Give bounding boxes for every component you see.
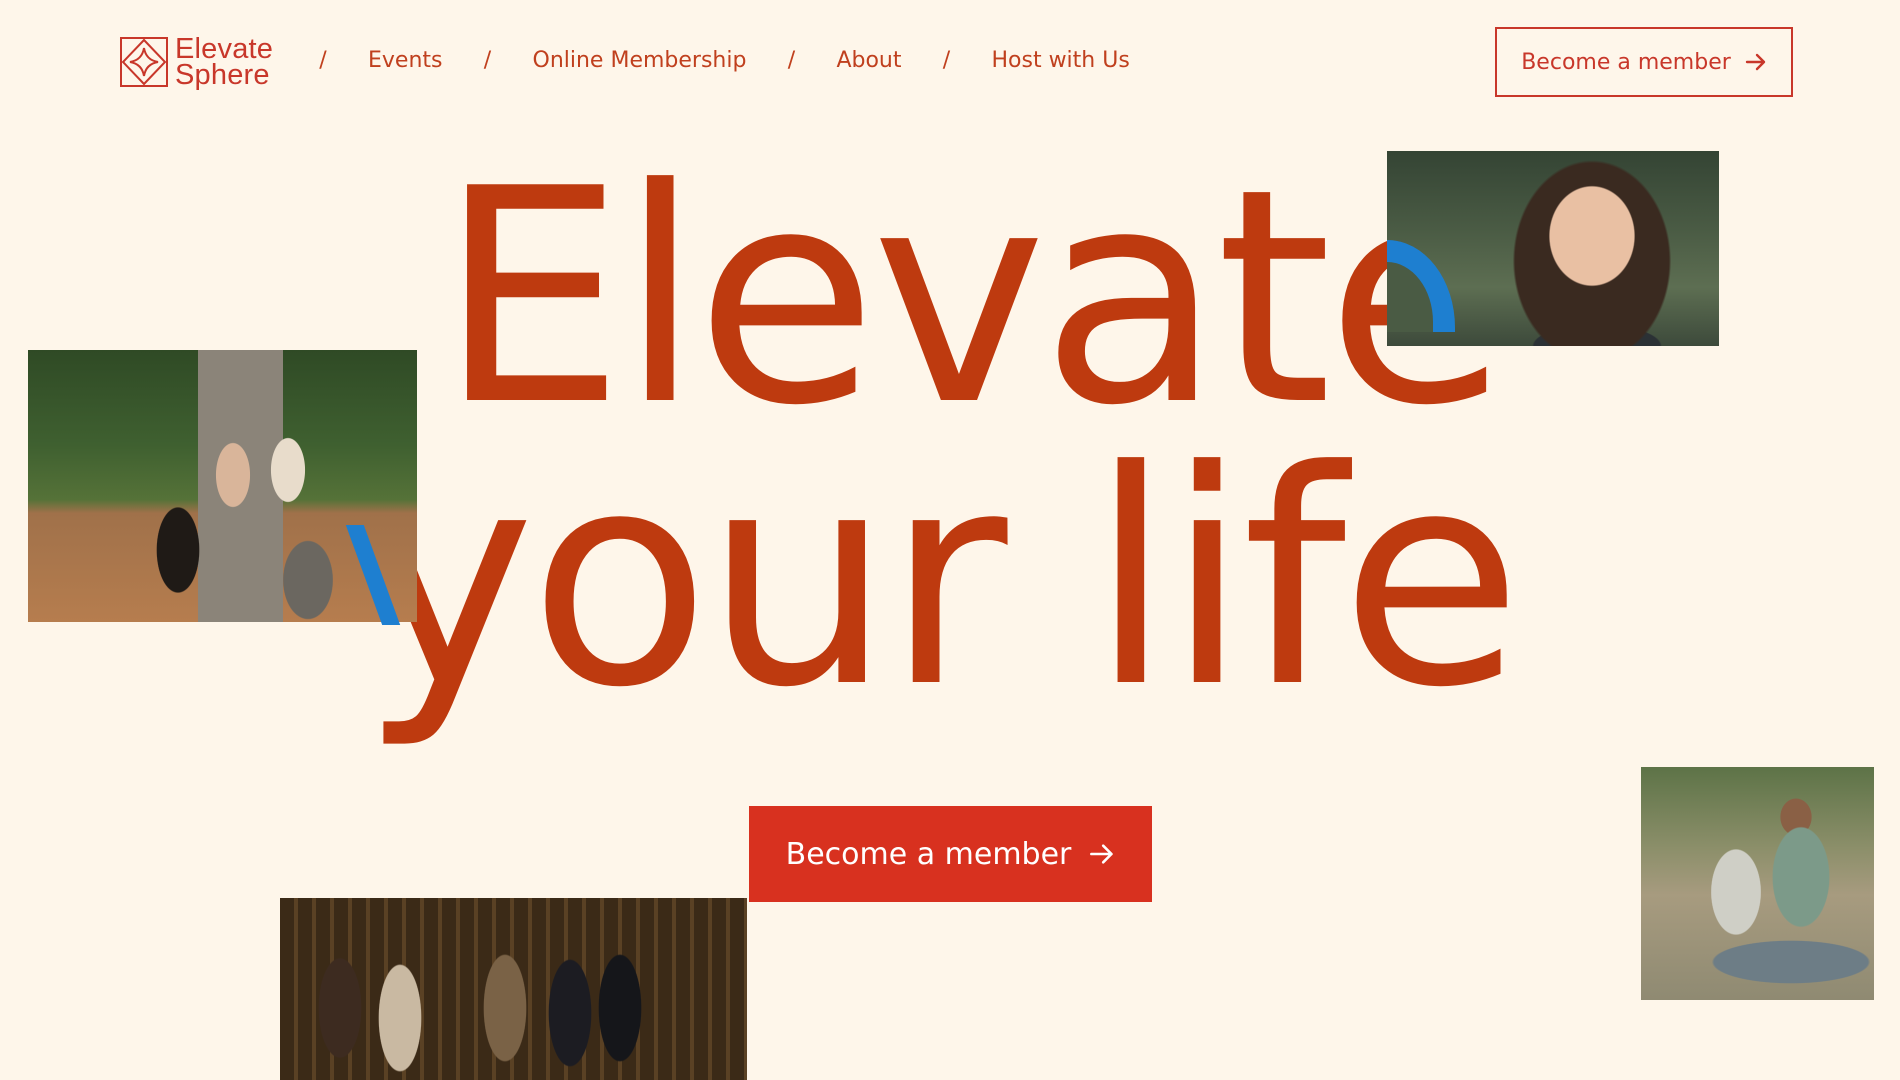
main-nav: / Events / Online Membership / About / H…: [318, 48, 1130, 73]
women-circle-photo: [28, 350, 417, 622]
nav-separator: /: [483, 48, 492, 73]
brand-name-line2: Sphere: [175, 59, 270, 91]
nav-item-events[interactable]: Events: [368, 48, 443, 73]
nav-item-online-membership[interactable]: Online Membership: [533, 48, 747, 73]
group-socializing-photo: [280, 898, 747, 1080]
brand-logo[interactable]: Elevate Sphere: [119, 35, 273, 91]
diamond-star-icon: [120, 37, 168, 87]
men-meditating-photo: [1641, 767, 1874, 1000]
hero-become-member-button[interactable]: Become a member: [749, 806, 1152, 902]
nav-item-about[interactable]: About: [836, 48, 901, 73]
hero-cta-label: Become a member: [785, 836, 1072, 872]
arrow-right-icon: [1745, 53, 1765, 71]
header-cta-label: Become a member: [1521, 49, 1731, 75]
nav-separator: /: [319, 48, 327, 73]
arrow-right-icon: [1090, 844, 1114, 864]
hero-title-line1: Elevate: [438, 125, 1508, 470]
header-become-member-button[interactable]: Become a member: [1495, 27, 1793, 97]
nav-separator: /: [787, 48, 796, 73]
hero-title-line2: your life: [360, 407, 1522, 752]
nav-separator: /: [942, 48, 951, 73]
brand-name: Elevate Sphere: [175, 35, 273, 91]
nav-item-host-with-us[interactable]: Host with Us: [991, 48, 1129, 73]
